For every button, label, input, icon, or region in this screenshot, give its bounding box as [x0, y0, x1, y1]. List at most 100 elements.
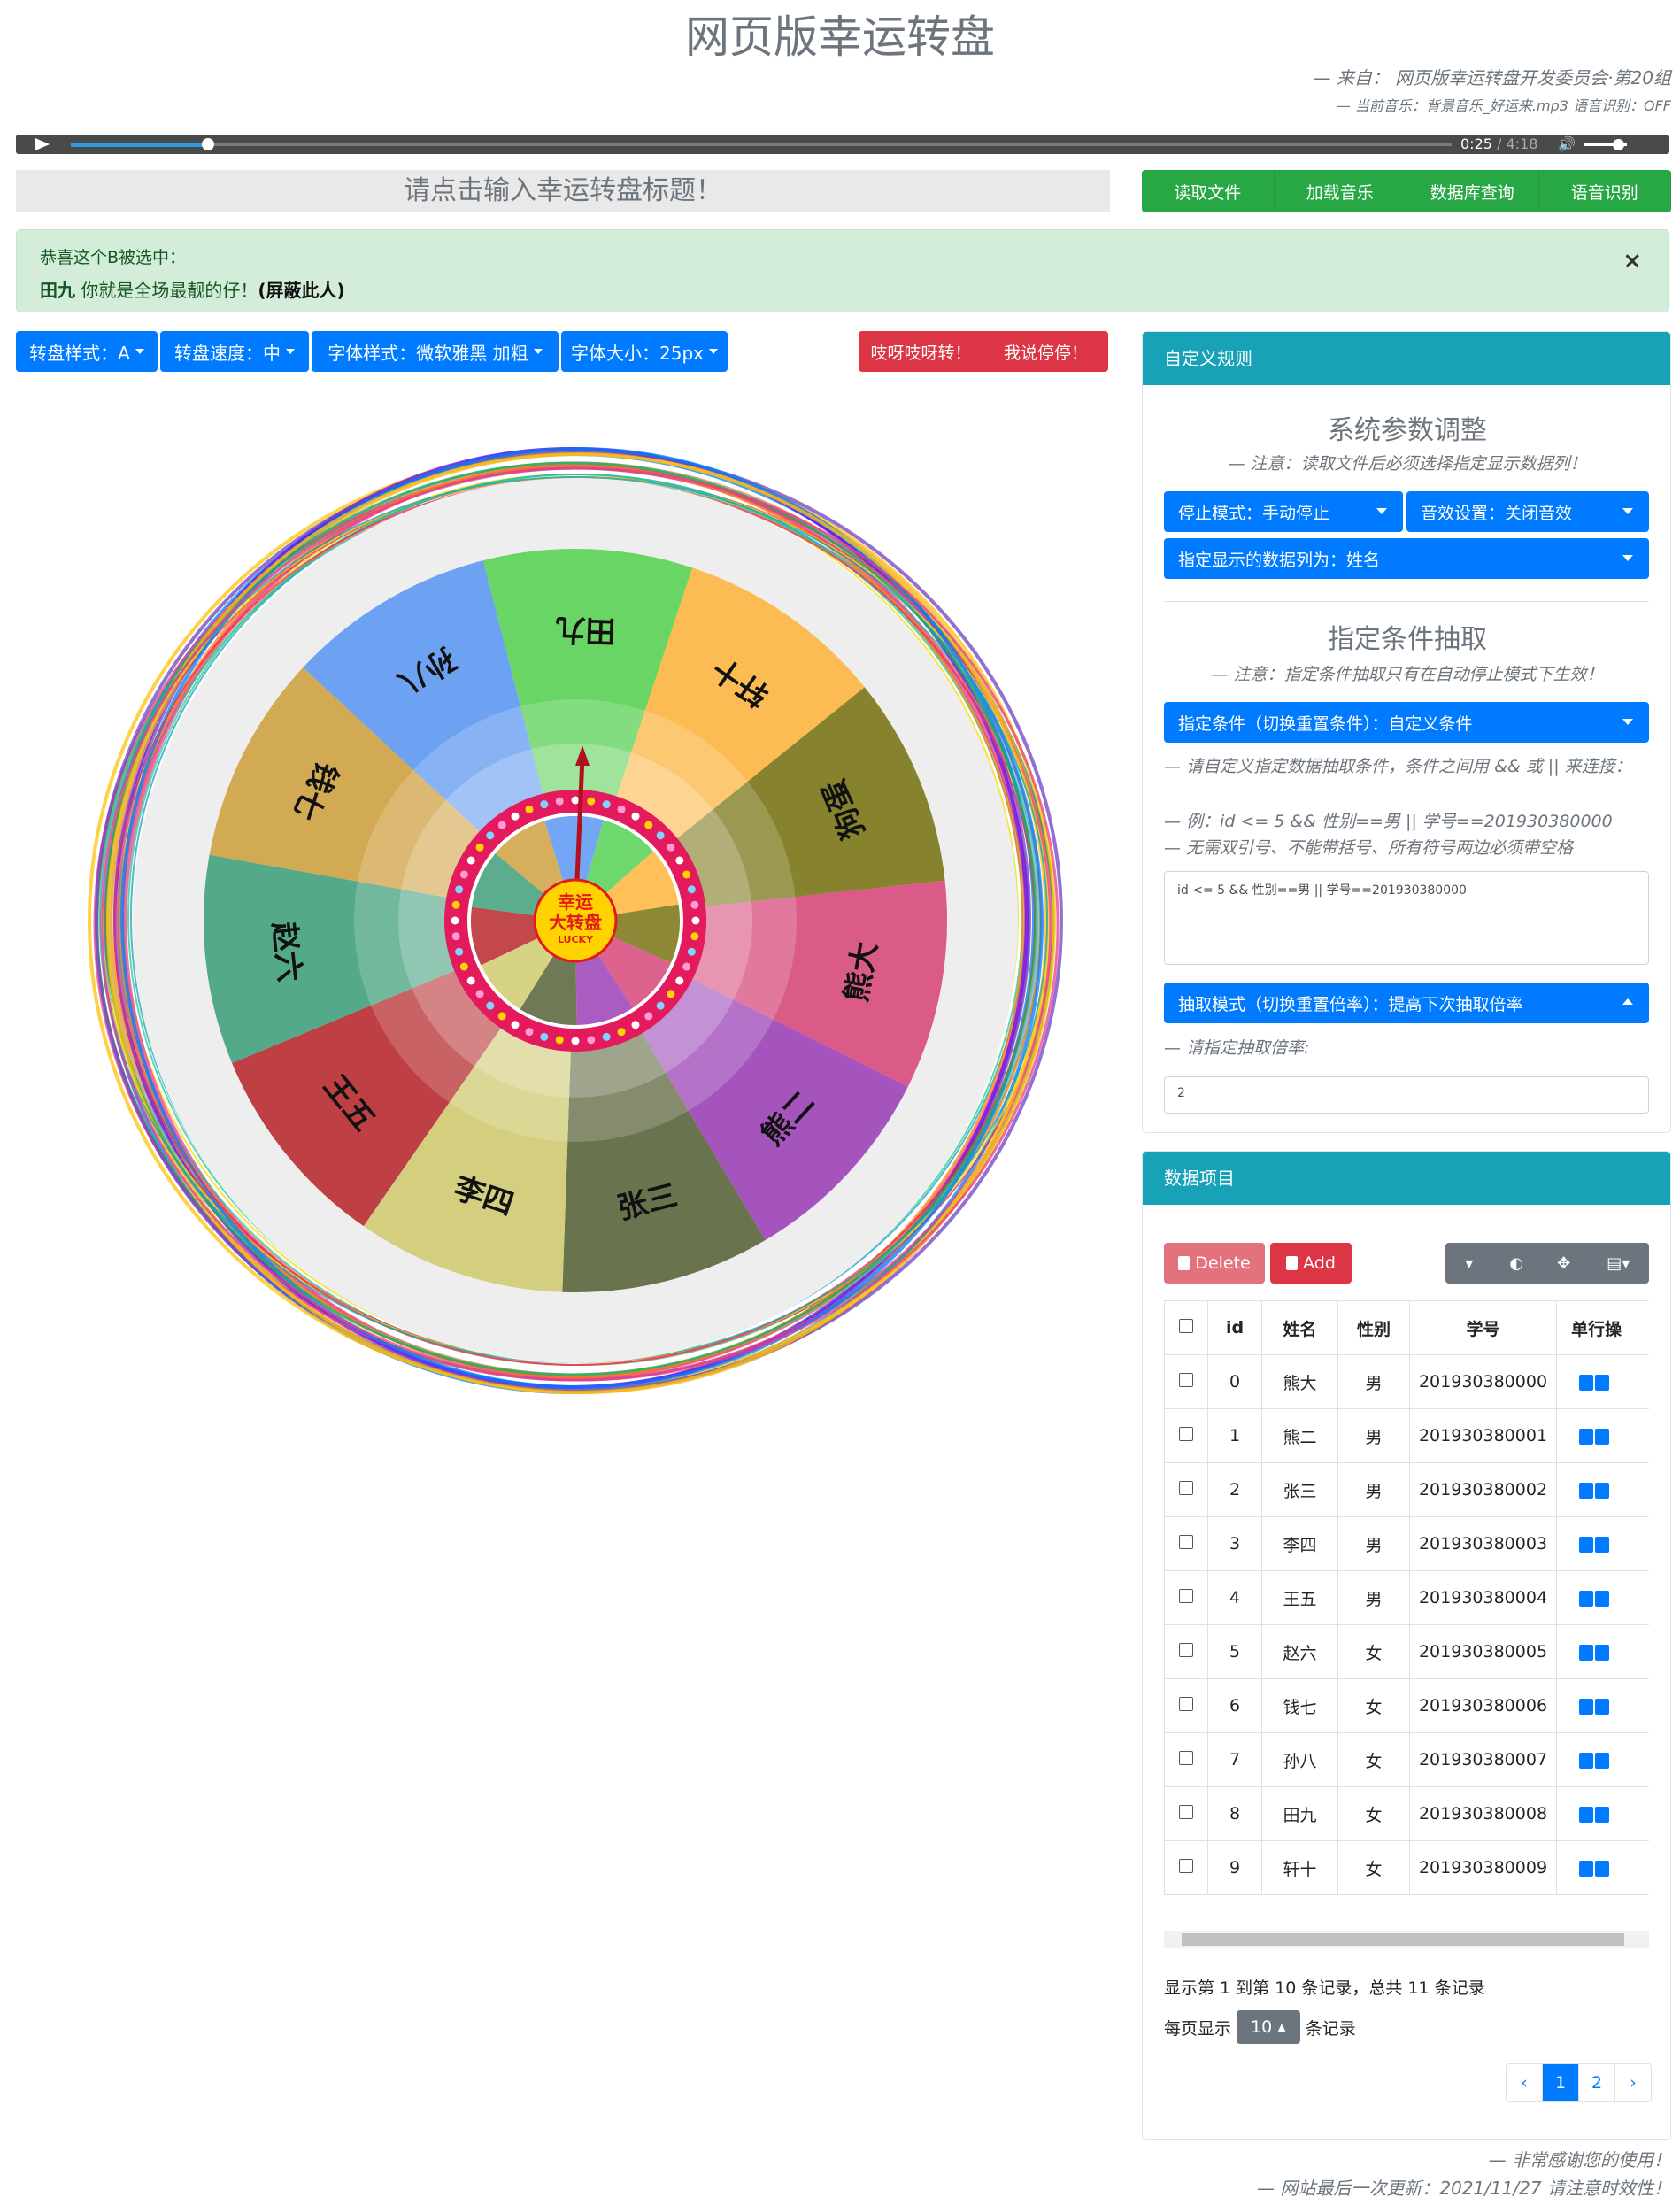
fullscreen-icon[interactable]: ✥ — [1540, 1243, 1587, 1284]
hub-bulb — [459, 870, 468, 879]
row-checkbox[interactable] — [1164, 1408, 1208, 1463]
delete-icon[interactable] — [1595, 1374, 1609, 1391]
condition-textarea[interactable]: id <= 5 && 性别==男 || 学号==201930380000 — [1164, 871, 1649, 965]
sound-dropdown[interactable]: 音效设置：关闭音效 — [1406, 491, 1649, 532]
font-style-dropdown[interactable]: 字体样式：微软雅黑 加粗 — [312, 331, 559, 372]
row-checkbox[interactable] — [1164, 1516, 1208, 1571]
delete-icon[interactable] — [1595, 1806, 1609, 1823]
edit-icon[interactable] — [1579, 1752, 1593, 1769]
row-checkbox[interactable] — [1164, 1462, 1208, 1517]
delete-icon[interactable] — [1595, 1860, 1609, 1877]
condition-dropdown[interactable]: 指定条件（切换重置条件）：自定义条件 — [1164, 702, 1649, 743]
stop-mode-label: 停止模式：手动停止 — [1178, 503, 1330, 523]
block-person-link[interactable]: (屏蔽此人) — [258, 280, 344, 301]
delete-icon[interactable] — [1595, 1536, 1609, 1553]
wheel-canvas[interactable]: 田九轩十狗蛋熊大熊二张三李四王五赵六钱七孙八 幸运 大转盘 LUCKY — [62, 425, 1089, 1452]
hub-bulb — [587, 797, 596, 806]
scrollbar-thumb[interactable] — [1182, 1933, 1624, 1946]
table-row[interactable]: 2 张三男 201930380002 — [1164, 1462, 1649, 1517]
add-button[interactable]: Add — [1270, 1243, 1352, 1284]
play-icon[interactable] — [35, 138, 50, 150]
table-row[interactable]: 4 王五男 201930380004 — [1164, 1570, 1649, 1625]
prev-page-button[interactable]: ‹ — [1507, 2064, 1543, 2101]
table-row[interactable]: 0 熊大男 201930380000 — [1164, 1354, 1649, 1409]
top-button-group: 读取文件 加载音乐 数据库查询 语音识别 — [1142, 170, 1671, 212]
edit-icon[interactable] — [1579, 1536, 1593, 1553]
table-row[interactable]: 7 孙八女 201930380007 — [1164, 1732, 1649, 1787]
edit-icon[interactable] — [1579, 1644, 1593, 1661]
draw-mode-dropdown[interactable]: 抽取模式（切换重置倍率）：提高下次抽取倍率 — [1164, 983, 1649, 1023]
delete-icon[interactable] — [1595, 1752, 1609, 1769]
page-size-dropdown[interactable]: 10 ▴ — [1237, 2010, 1300, 2044]
collapse-icon[interactable]: ▾ — [1445, 1243, 1492, 1284]
lucky-wheel[interactable]: 田九 轩十 狗蛋 熊大 熊二 张三 李四 王五 赵六 钱七 孙八 幸运 大转盘 LUCKY — [62, 425, 1089, 1452]
table-row[interactable]: 5 赵六女 201930380005 — [1164, 1624, 1649, 1679]
hub-bulb — [497, 821, 506, 829]
hub-bulb — [455, 947, 464, 956]
delete-button[interactable]: Delete — [1164, 1243, 1265, 1284]
table-row[interactable]: 8 田九女 201930380008 — [1164, 1786, 1649, 1841]
row-checkbox[interactable] — [1164, 1732, 1208, 1787]
hub-bulb — [687, 947, 696, 956]
col-gender[interactable]: 性别 — [1337, 1300, 1410, 1355]
table-row[interactable]: 6 钱七女 201930380006 — [1164, 1678, 1649, 1733]
edit-icon[interactable] — [1579, 1428, 1593, 1445]
close-icon[interactable]: × — [1622, 248, 1642, 274]
delete-icon[interactable] — [1595, 1590, 1609, 1607]
row-checkbox[interactable] — [1164, 1570, 1208, 1625]
hub-bulb — [617, 805, 626, 813]
cell-gender: 男 — [1337, 1354, 1410, 1409]
display-column-dropdown[interactable]: 指定显示的数据列为：姓名 — [1164, 538, 1649, 579]
load-music-button[interactable]: 加载音乐 — [1275, 170, 1406, 212]
spin-button[interactable]: 吱呀吱呀转！ — [859, 331, 983, 372]
hub-bulb — [571, 1037, 580, 1045]
next-page-button[interactable]: › — [1615, 2064, 1651, 2101]
table-header-row: id 姓名 性别 学号 单行操 — [1164, 1300, 1649, 1355]
col-name[interactable]: 姓名 — [1261, 1300, 1338, 1355]
select-all-checkbox[interactable] — [1164, 1300, 1208, 1355]
edit-icon[interactable] — [1579, 1860, 1593, 1877]
table-row[interactable]: 1 熊二男 201930380001 — [1164, 1408, 1649, 1463]
edit-icon[interactable] — [1579, 1482, 1593, 1499]
wheel-style-dropdown[interactable]: 转盘样式：A — [16, 331, 158, 372]
volume-icon[interactable]: 🔊 — [1558, 135, 1576, 152]
edit-icon[interactable] — [1579, 1806, 1593, 1823]
read-file-button[interactable]: 读取文件 — [1142, 170, 1275, 212]
col-id[interactable]: id — [1207, 1300, 1262, 1355]
row-checkbox[interactable] — [1164, 1624, 1208, 1679]
delete-icon[interactable] — [1595, 1698, 1609, 1715]
page-2-button[interactable]: 2 — [1579, 2064, 1615, 2101]
columns-icon[interactable]: ▤▾ — [1587, 1243, 1649, 1284]
edit-icon[interactable] — [1579, 1590, 1593, 1607]
audio-seek-track[interactable] — [71, 143, 1452, 146]
delete-icon[interactable] — [1595, 1482, 1609, 1499]
row-actions — [1556, 1840, 1649, 1895]
row-checkbox[interactable] — [1164, 1840, 1208, 1895]
audio-seek-knob[interactable] — [202, 138, 214, 150]
rate-input[interactable]: 2 — [1164, 1076, 1649, 1114]
wheel-title-input[interactable]: 请点击输入幸运转盘标题！ — [16, 170, 1110, 212]
row-actions — [1556, 1624, 1649, 1679]
row-checkbox[interactable] — [1164, 1786, 1208, 1841]
table-row[interactable]: 9 轩十女 201930380009 — [1164, 1840, 1649, 1895]
delete-icon[interactable] — [1595, 1644, 1609, 1661]
db-query-button[interactable]: 数据库查询 — [1406, 170, 1539, 212]
table-scroll[interactable]: id 姓名 性别 学号 单行操 0 熊大男 201930380000 1 熊二男 2019… — [1164, 1300, 1649, 1929]
row-checkbox[interactable] — [1164, 1678, 1208, 1733]
font-size-dropdown[interactable]: 字体大小：25px — [561, 331, 728, 372]
edit-icon[interactable] — [1579, 1374, 1593, 1391]
voice-recognition-button[interactable]: 语音识别 — [1539, 170, 1671, 212]
stop-mode-dropdown[interactable]: 停止模式：手动停止 — [1164, 491, 1403, 532]
hub-bulb — [675, 856, 684, 865]
toggle-icon[interactable]: ◐ — [1492, 1243, 1539, 1284]
page-1-button[interactable]: 1 — [1543, 2064, 1579, 2101]
volume-knob[interactable] — [1613, 139, 1624, 150]
table-row[interactable]: 3 李四男 201930380003 — [1164, 1516, 1649, 1571]
wheel-speed-dropdown[interactable]: 转盘速度：中 — [160, 331, 309, 372]
edit-icon[interactable] — [1579, 1698, 1593, 1715]
horizontal-scrollbar[interactable] — [1164, 1931, 1649, 1948]
col-student-id[interactable]: 学号 — [1409, 1300, 1557, 1355]
row-checkbox[interactable] — [1164, 1354, 1208, 1409]
stop-button[interactable]: 我说停停！ — [983, 331, 1108, 372]
delete-icon[interactable] — [1595, 1428, 1609, 1445]
